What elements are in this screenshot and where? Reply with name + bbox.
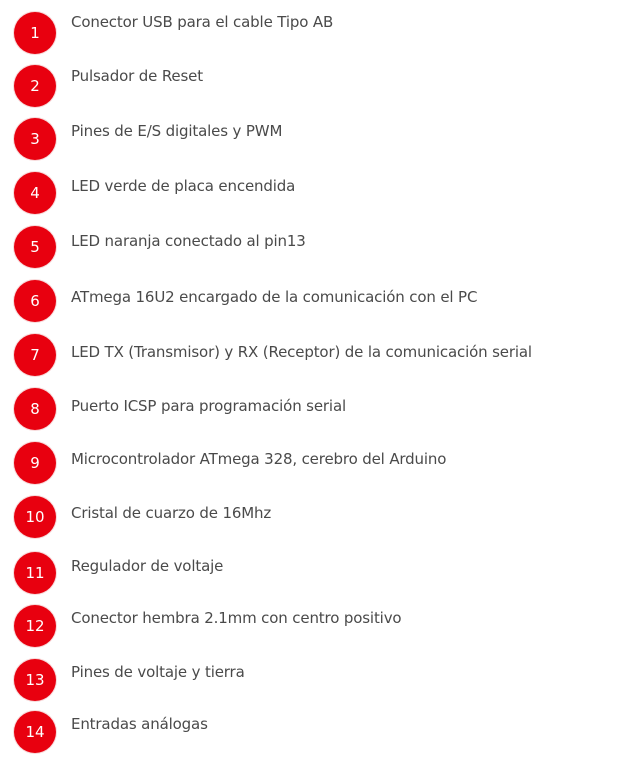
item-label: Conector hembra 2.1mm con centro positiv… (71, 609, 402, 627)
number-badge: 4 (14, 172, 56, 214)
item-label: Entradas análogas (71, 715, 208, 733)
number-badge: 7 (14, 334, 56, 376)
legend-list: 1 Conector USB para el cable Tipo AB 2 P… (0, 0, 618, 766)
list-item: 7 LED TX (Transmisor) y RX (Receptor) de… (0, 334, 618, 376)
list-item: 4 LED verde de placa encendida (0, 172, 618, 214)
item-label: Cristal de cuarzo de 16Mhz (71, 504, 272, 522)
item-label: Conector USB para el cable Tipo AB (71, 13, 334, 31)
number-badge: 13 (14, 659, 56, 701)
list-item: 9 Microcontrolador ATmega 328, cerebro d… (0, 442, 618, 484)
item-label: LED verde de placa encendida (71, 177, 296, 195)
item-label: Pines de voltaje y tierra (71, 663, 245, 681)
list-item: 5 LED naranja conectado al pin13 (0, 226, 618, 268)
item-label: Pines de E/S digitales y PWM (71, 122, 283, 140)
item-label: Microcontrolador ATmega 328, cerebro del… (71, 450, 447, 468)
item-label: Regulador de voltaje (71, 557, 224, 575)
item-label: Pulsador de Reset (71, 67, 203, 85)
item-label: Puerto ICSP para programación serial (71, 397, 347, 415)
number-badge: 12 (14, 605, 56, 647)
number-badge: 5 (14, 226, 56, 268)
item-label: LED naranja conectado al pin13 (71, 232, 306, 250)
list-item: 8 Puerto ICSP para programación serial (0, 388, 618, 430)
list-item: 12 Conector hembra 2.1mm con centro posi… (0, 605, 618, 647)
number-badge: 3 (14, 118, 56, 160)
list-item: 2 Pulsador de Reset (0, 65, 618, 107)
item-label: ATmega 16U2 encargado de la comunicación… (71, 288, 478, 306)
item-label: LED TX (Transmisor) y RX (Receptor) de l… (71, 343, 532, 361)
number-badge: 1 (14, 12, 56, 54)
number-badge: 9 (14, 442, 56, 484)
number-badge: 6 (14, 280, 56, 322)
list-item: 1 Conector USB para el cable Tipo AB (0, 12, 618, 54)
list-item: 3 Pines de E/S digitales y PWM (0, 118, 618, 160)
list-item: 6 ATmega 16U2 encargado de la comunicaci… (0, 280, 618, 322)
number-badge: 14 (14, 711, 56, 753)
number-badge: 10 (14, 496, 56, 538)
number-badge: 11 (14, 552, 56, 594)
list-item: 14 Entradas análogas (0, 711, 618, 753)
list-item: 13 Pines de voltaje y tierra (0, 659, 618, 701)
number-badge: 8 (14, 388, 56, 430)
list-item: 10 Cristal de cuarzo de 16Mhz (0, 496, 618, 538)
number-badge: 2 (14, 65, 56, 107)
list-item: 11 Regulador de voltaje (0, 552, 618, 594)
